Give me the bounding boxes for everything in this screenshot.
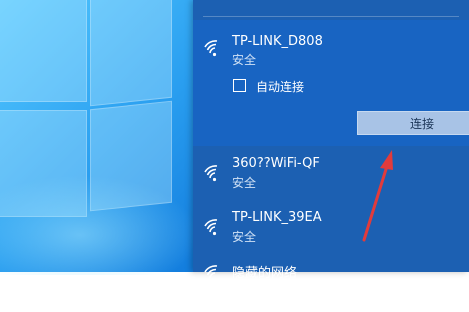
- connect-button[interactable]: 连接: [357, 111, 469, 135]
- network-ssid: 360??WiFi-QF: [232, 156, 320, 171]
- wifi-icon: [204, 40, 218, 57]
- wifi-icon: [204, 265, 218, 279]
- wifi-icon: [204, 219, 218, 236]
- wallpaper-glow: [0, 175, 200, 275]
- wallpaper-window-pane: [0, 0, 87, 102]
- network-item-hidden[interactable]: 隐藏的网络: [193, 258, 469, 312]
- network-security-status: 安全: [232, 53, 257, 67]
- network-security-status: 安全: [232, 176, 257, 190]
- network-ssid: TP-LINK_D808: [232, 34, 323, 49]
- network-security-status: 安全: [232, 230, 257, 244]
- network-ssid: TP-LINK_39EA: [232, 210, 322, 225]
- divider: [203, 16, 459, 17]
- wifi-network-flyout: TP-LINK_D808 安全 自动连接 连接 360??WiFi-QF 安全 …: [193, 0, 469, 281]
- wallpaper-window-pane: [90, 0, 172, 107]
- wifi-icon: [204, 165, 218, 182]
- network-item-selected[interactable]: TP-LINK_D808 安全 自动连接 连接: [193, 20, 469, 146]
- auto-connect-label: 自动连接: [256, 80, 305, 94]
- network-item[interactable]: TP-LINK_39EA 安全: [193, 204, 469, 258]
- auto-connect-checkbox[interactable]: [233, 79, 246, 92]
- network-item[interactable]: 360??WiFi-QF 安全: [193, 150, 469, 204]
